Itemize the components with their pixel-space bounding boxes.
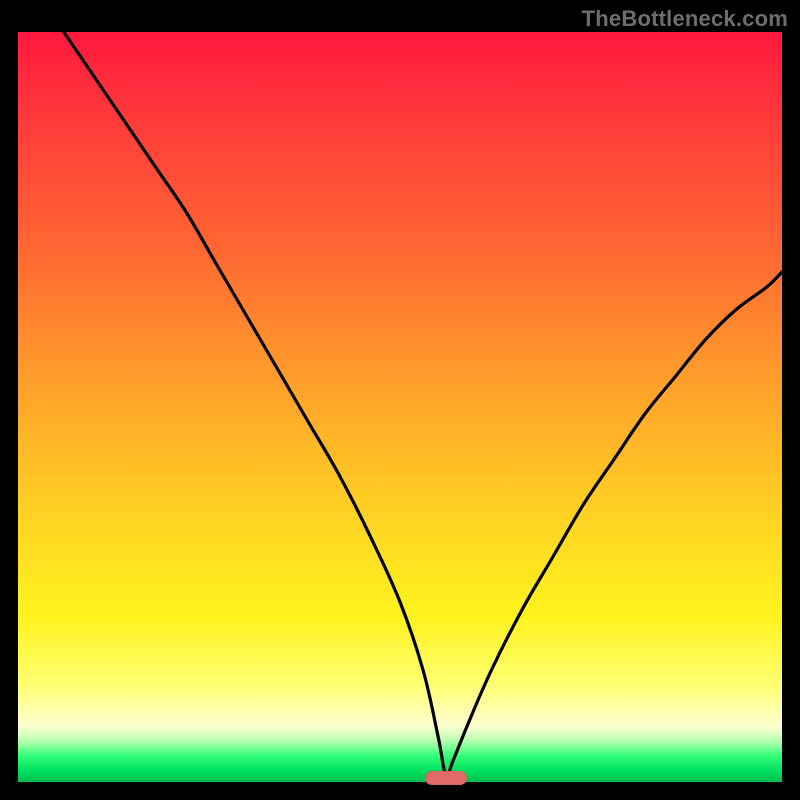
bottleneck-curve	[18, 32, 782, 782]
chart-frame: TheBottleneck.com	[0, 0, 800, 800]
attribution-text: TheBottleneck.com	[582, 6, 788, 32]
optimum-marker	[425, 771, 467, 785]
curve-path	[64, 32, 782, 775]
plot-area	[18, 32, 782, 782]
